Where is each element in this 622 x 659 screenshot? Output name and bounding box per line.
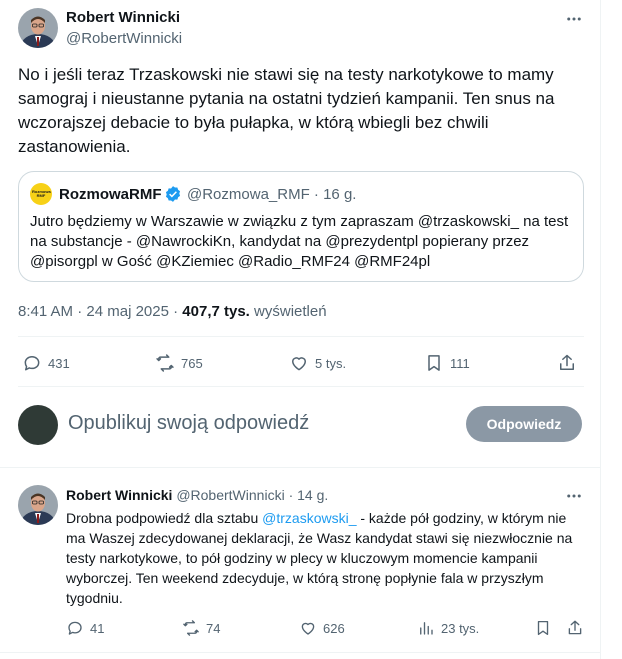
bookmark-icon — [537, 620, 549, 636]
tweet-time[interactable]: 8:41 AM — [18, 303, 73, 320]
reply-like-count: 626 — [323, 620, 345, 636]
tweet-date[interactable]: 24 maj 2025 — [86, 303, 169, 320]
quoted-tweet-card[interactable]: Rozmowa RMF RozmowaRMF @Rozmowa_RMF · 16… — [18, 171, 584, 282]
timeline-column: Robert Winnicki @RobertWinnicki No i jeś… — [0, 0, 601, 659]
reply-button[interactable]: 431 — [22, 353, 70, 373]
reply-separator: · — [288, 487, 294, 503]
quote-author-name[interactable]: RozmowaRMF — [59, 186, 162, 203]
bookmark-count: 111 — [450, 355, 470, 371]
like-button[interactable]: 5 tys. — [289, 353, 346, 373]
views-label: wyświetleń — [254, 303, 327, 320]
repost-count: 765 — [181, 355, 203, 371]
reply-header: Robert Winnicki @RobertWinnicki · 14 g. — [66, 487, 328, 503]
repost-icon — [156, 354, 174, 372]
verified-badge-icon — [164, 185, 182, 203]
repost-button[interactable]: 765 — [155, 353, 203, 373]
reply-input[interactable]: Opublikuj swoją odpowiedź — [68, 412, 309, 435]
repost-icon — [183, 620, 199, 636]
quote-separator: · — [313, 186, 319, 203]
divider — [18, 386, 584, 387]
reply-icon — [24, 356, 40, 371]
reply-icon — [68, 621, 82, 635]
heart-icon — [301, 622, 315, 635]
quote-meta: @Rozmowa_RMF · 16 g. — [187, 186, 356, 203]
meta-separator: · — [173, 303, 179, 320]
share-icon — [560, 354, 574, 370]
reply-repost-button[interactable]: 74 — [182, 619, 220, 637]
reply-text: Drobna podpowiedź dla sztabu @trzaskowsk… — [66, 508, 586, 608]
like-count: 5 tys. — [315, 355, 347, 371]
quote-author-avatar[interactable]: Rozmowa RMF — [30, 183, 52, 205]
reply-reply-button[interactable]: 41 — [66, 619, 104, 637]
reply-count: 431 — [48, 355, 70, 371]
quote-author-handle[interactable]: @Rozmowa_RMF — [187, 186, 310, 203]
views-chart-icon — [420, 622, 433, 635]
divider — [18, 336, 584, 337]
reply-more-options-icon[interactable] — [562, 487, 586, 505]
author-avatar[interactable] — [18, 8, 58, 48]
reply-like-button[interactable]: 626 — [299, 619, 345, 637]
heart-icon — [292, 357, 306, 371]
author-name[interactable]: Robert Winnicki — [66, 9, 180, 26]
more-options-icon[interactable] — [562, 10, 586, 28]
reply-views-button[interactable]: 23 tys. — [417, 619, 479, 637]
reply-views-count: 23 tys. — [441, 620, 480, 636]
reply-reply-count: 41 — [90, 620, 105, 636]
tweet-text: No i jeśli teraz Trzaskowski nie stawi s… — [18, 65, 555, 156]
divider — [0, 652, 601, 653]
reply-mention-link[interactable]: @trzaskowski_ — [262, 510, 356, 526]
reply-time[interactable]: 14 g. — [297, 487, 328, 503]
quote-text: Jutro będziemy w Warszawie w związku z t… — [30, 213, 569, 270]
reply-share-button[interactable] — [566, 619, 590, 637]
quote-avatar-logo-text: Rozmowa RMF — [32, 189, 51, 198]
divider — [0, 467, 601, 468]
meta-separator: · — [77, 303, 83, 320]
reply-repost-count: 74 — [206, 620, 221, 636]
bookmark-icon — [428, 355, 440, 371]
quote-time[interactable]: 16 g. — [323, 186, 356, 203]
share-button[interactable] — [557, 353, 583, 373]
views-count: 407,7 tys. — [182, 303, 250, 320]
reply-submit-button[interactable]: Odpowiedz — [466, 406, 582, 442]
tweet-meta: 8:41 AM · 24 maj 2025 · 407,7 tys. wyświ… — [18, 303, 327, 320]
share-icon — [568, 620, 582, 635]
bookmark-button[interactable]: 111 — [424, 353, 470, 373]
reply-author-handle[interactable]: @RobertWinnicki — [176, 487, 284, 503]
reply-author-name[interactable]: Robert Winnicki — [66, 487, 172, 503]
reply-text-start: Drobna podpowiedź dla sztabu — [66, 510, 263, 526]
composer-avatar — [18, 405, 58, 445]
author-handle[interactable]: @RobertWinnicki — [66, 30, 182, 47]
reply-author-avatar[interactable] — [18, 485, 58, 525]
reply-bookmark-button[interactable] — [534, 619, 558, 637]
